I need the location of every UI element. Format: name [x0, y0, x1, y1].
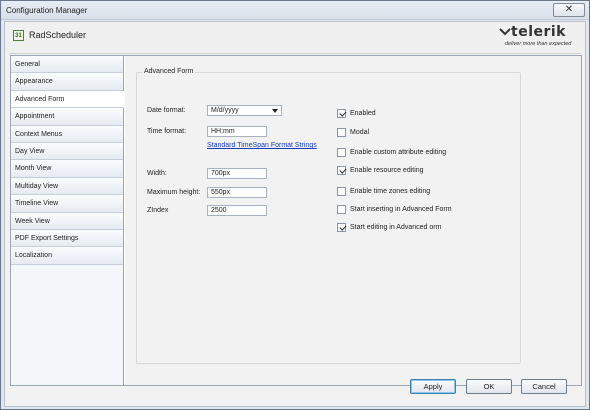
- sidebar-item-multiday-view[interactable]: Multiday View: [11, 177, 123, 196]
- resource-editing-checkbox[interactable]: [337, 165, 346, 175]
- date-format-select[interactable]: M/d/yyyy: [207, 105, 282, 116]
- group-title: Advanced Form: [142, 68, 196, 75]
- advanced-form-group: [136, 72, 521, 364]
- time-zones-editing-label: Enable time zones editing: [350, 187, 431, 195]
- app-title: RadScheduler: [29, 30, 87, 40]
- configuration-manager-window: Configuration Manager ✕ 31 RadScheduler …: [0, 0, 590, 410]
- modal-checkbox-row[interactable]: Modal: [337, 127, 369, 137]
- chevron-down-icon: [272, 109, 278, 113]
- time-zones-editing-checkbox-row[interactable]: Enable time zones editing: [337, 186, 430, 196]
- sidebar-item-appearance[interactable]: Appearance: [11, 73, 123, 91]
- max-height-label: Maximum height:: [147, 189, 201, 196]
- zindex-label: ZIndex: [147, 207, 169, 214]
- window-close-button[interactable]: ✕: [553, 3, 585, 17]
- start-inserting-checkbox-row[interactable]: Start inserting in Advanced Form: [337, 204, 452, 214]
- start-editing-label: Start editing in Advanced orm: [350, 223, 442, 231]
- telerik-mark-icon: [499, 28, 511, 36]
- calendar-icon: 31: [13, 30, 24, 41]
- dialog-header: 31 RadScheduler telerik deliver more tha…: [5, 22, 585, 52]
- title-bar: Configuration Manager ✕: [1, 1, 589, 20]
- sidebar-item-pdf-export-settings[interactable]: PDF Export Settings: [11, 229, 123, 248]
- sidebar-item-month-view[interactable]: Month View: [11, 160, 123, 178]
- time-format-label: Time format:: [147, 128, 187, 135]
- advanced-form-content: Advanced Form Date format: M/d/yyyy Time…: [125, 56, 581, 385]
- sidebar-item-appointment[interactable]: Appointment: [11, 108, 123, 126]
- ok-button[interactable]: OK: [466, 379, 512, 394]
- sidebar-item-context-menus[interactable]: Context Menus: [11, 125, 123, 143]
- resource-editing-checkbox-row[interactable]: Enable resource editing: [337, 165, 424, 175]
- custom-attribute-editing-checkbox[interactable]: [337, 147, 346, 157]
- custom-attribute-editing-checkbox-row[interactable]: Enable custom attribute editing: [337, 147, 446, 157]
- sidebar: General Appearance Advanced Form Appoint…: [11, 56, 124, 385]
- cancel-button[interactable]: Cancel: [521, 379, 567, 394]
- sidebar-item-localization[interactable]: Localization: [11, 247, 123, 265]
- width-label: Width:: [147, 170, 167, 177]
- start-editing-checkbox-row[interactable]: Start editing in Advanced orm: [337, 222, 441, 232]
- window-title: Configuration Manager: [6, 6, 88, 15]
- settings-panel: General Appearance Advanced Form Appoint…: [10, 55, 582, 386]
- sidebar-item-week-view[interactable]: Week View: [11, 212, 123, 230]
- max-height-field[interactable]: 550px: [207, 187, 267, 198]
- start-inserting-label: Start inserting in Advanced Form: [350, 205, 452, 213]
- resource-editing-label: Enable resource editing: [350, 166, 424, 174]
- header-divider: [9, 53, 581, 54]
- dialog-client-area: 31 RadScheduler telerik deliver more tha…: [4, 21, 586, 407]
- modal-checkbox[interactable]: [337, 127, 346, 137]
- timespan-format-link[interactable]: Standard TimeSpan Format Strings: [207, 142, 317, 149]
- sidebar-item-general[interactable]: General: [11, 56, 123, 74]
- enabled-label: Enabled: [350, 109, 376, 117]
- width-field[interactable]: 700px: [207, 168, 267, 179]
- apply-button[interactable]: Apply: [410, 379, 456, 394]
- custom-attribute-editing-label: Enable custom attribute editing: [350, 148, 447, 156]
- date-format-value: M/d/yyyy: [211, 107, 239, 114]
- enabled-checkbox[interactable]: [337, 108, 346, 118]
- modal-label: Modal: [350, 128, 370, 136]
- sidebar-item-day-view[interactable]: Day View: [11, 142, 123, 161]
- date-format-label: Date format:: [147, 107, 186, 114]
- logo-wordmark: telerik: [511, 24, 566, 40]
- logo-tagline: deliver more than expected: [505, 41, 572, 47]
- start-inserting-checkbox[interactable]: [337, 204, 346, 214]
- sidebar-item-advanced-form[interactable]: Advanced Form: [11, 90, 124, 109]
- close-icon: ✕: [564, 4, 574, 15]
- zindex-field[interactable]: 2500: [207, 205, 267, 216]
- enabled-checkbox-row[interactable]: Enabled: [337, 108, 376, 118]
- start-editing-checkbox[interactable]: [337, 222, 346, 232]
- telerik-logo: telerik deliver more than expected: [499, 24, 579, 50]
- time-format-field[interactable]: HH:mm: [207, 126, 267, 137]
- sidebar-item-timeline-view[interactable]: Timeline View: [11, 195, 123, 213]
- time-zones-editing-checkbox[interactable]: [337, 186, 346, 196]
